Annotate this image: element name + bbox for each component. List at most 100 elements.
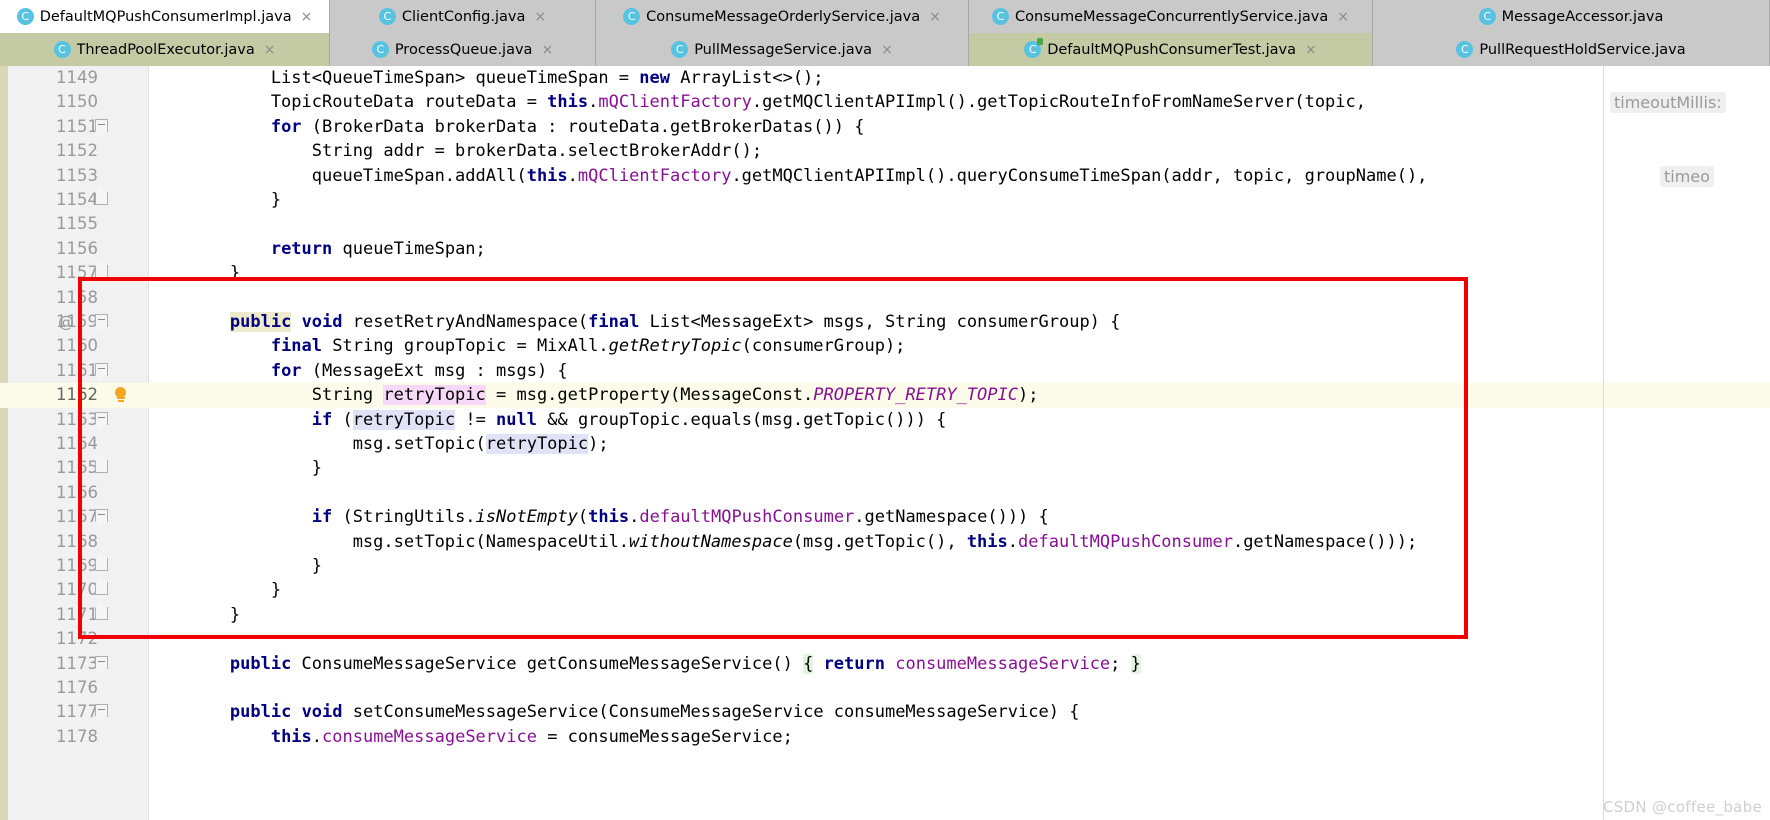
code-fold-collapse-icon[interactable] xyxy=(95,509,111,529)
code-token: if xyxy=(311,507,333,528)
editor-tab[interactable]: C DefaultMQPushConsumerImpl.java × xyxy=(0,0,330,33)
code-line[interactable]: 1164 msg.setTopic(retryTopic); xyxy=(0,432,1770,456)
code-text[interactable]: queueTimeSpan.addAll(this.mQClientFactor… xyxy=(148,164,1438,188)
code-fold-end-icon[interactable] xyxy=(95,551,111,574)
code-text[interactable]: } xyxy=(148,188,281,212)
code-line[interactable]: 1162 String retryTopic = msg.getProperty… xyxy=(0,383,1770,408)
code-text[interactable]: List<QueueTimeSpan> queueTimeSpan = new … xyxy=(148,66,824,90)
code-line[interactable]: 1160 final String groupTopic = MixAll.ge… xyxy=(0,334,1770,358)
editor-tab[interactable]: C MessageAccessor.java xyxy=(1373,0,1770,33)
code-line[interactable]: 1177 public void setConsumeMessageServic… xyxy=(0,700,1770,724)
code-line[interactable]: 1158 xyxy=(0,286,1770,310)
code-fold-end-icon[interactable] xyxy=(95,575,111,598)
code-text[interactable]: msg.setTopic(retryTopic); xyxy=(148,432,609,456)
code-token: ArrayList<>(); xyxy=(670,68,824,88)
code-fold-collapse-icon[interactable] xyxy=(95,118,111,138)
code-line[interactable]: 1154 } xyxy=(0,185,1770,212)
code-fold-collapse-icon[interactable] xyxy=(95,362,111,382)
code-token: mQClientFactory xyxy=(577,165,732,186)
code-text[interactable]: } xyxy=(148,261,240,285)
code-token: } xyxy=(148,580,282,601)
code-token: msg.setTopic(NamespaceUtil. xyxy=(148,531,630,552)
code-fold-collapse-icon[interactable] xyxy=(95,314,111,333)
code-line[interactable]: 1159 @ public void resetRetryAndNamespace… xyxy=(0,310,1770,334)
code-text[interactable]: String retryTopic = msg.getProperty(Mess… xyxy=(148,383,1038,407)
editor-tab[interactable]: C DefaultMQPushConsumerTest.java × xyxy=(969,33,1373,66)
close-icon[interactable]: × xyxy=(1305,42,1317,58)
editor-tab[interactable]: C PullMessageService.java × xyxy=(596,33,969,66)
code-text[interactable]: this.consumeMessageService = consumeMess… xyxy=(148,725,793,749)
code-fold-collapse-icon[interactable] xyxy=(95,411,111,431)
line-number: 1151 xyxy=(56,116,98,136)
code-text[interactable]: public void resetRetryAndNamespace(final… xyxy=(148,310,1120,334)
code-line[interactable]: 1178 this.consumeMessageService = consum… xyxy=(0,725,1770,749)
line-number: 1164 xyxy=(56,434,98,453)
code-token: .getMQClientAPIImpl().getTopicRouteInfoF… xyxy=(751,92,1377,113)
code-fold-end-icon[interactable] xyxy=(95,599,111,623)
editor-tab[interactable]: C ConsumeMessageOrderlyService.java × xyxy=(596,0,969,33)
code-fold-end-icon[interactable] xyxy=(95,185,111,208)
code-fold-collapse-icon[interactable] xyxy=(95,704,111,724)
code-line[interactable]: 1166 xyxy=(0,481,1770,505)
code-text[interactable]: msg.setTopic(NamespaceUtil.withoutNamesp… xyxy=(148,530,1418,554)
code-text[interactable]: public ConsumeMessageService getConsumeM… xyxy=(148,652,1141,676)
code-text[interactable]: for (BrokerData brokerData : routeData.g… xyxy=(148,115,865,139)
close-icon[interactable]: × xyxy=(881,42,893,58)
code-line[interactable]: 1157 } xyxy=(0,258,1770,285)
close-icon[interactable]: × xyxy=(534,9,546,25)
code-text[interactable]: for (MessageExt msg : msgs) { xyxy=(148,359,568,383)
code-line[interactable]: 1173 public ConsumeMessageService getCon… xyxy=(0,652,1770,676)
code-text[interactable]: String addr = brokerData.selectBrokerAdd… xyxy=(148,139,762,163)
code-line[interactable]: 1153 queueTimeSpan.addAll(this.mQClientF… xyxy=(0,164,1770,188)
code-line[interactable]: 1149 List<QueueTimeSpan> queueTimeSpan =… xyxy=(0,66,1770,90)
code-text[interactable]: } xyxy=(148,578,281,602)
code-line[interactable]: 1150 TopicRouteData routeData = this.mQC… xyxy=(0,90,1770,114)
editor-tab[interactable]: C ConsumeMessageConcurrentlyService.java × xyxy=(969,0,1373,33)
code-editor[interactable]: 1149 List<QueueTimeSpan> queueTimeSpan =… xyxy=(0,66,1770,820)
editor-tab[interactable]: C ProcessQueue.java × xyxy=(330,33,596,66)
code-line[interactable]: 1161 for (MessageExt msg : msgs) { xyxy=(0,359,1770,383)
code-line[interactable]: 1155 xyxy=(0,212,1770,236)
code-text[interactable]: } xyxy=(148,603,240,627)
code-line[interactable]: 1163 if (retryTopic != null && groupTopi… xyxy=(0,408,1770,432)
code-text[interactable]: if (StringUtils.isNotEmpty(this.defaultM… xyxy=(148,505,1049,529)
close-icon[interactable]: × xyxy=(541,42,553,58)
code-line[interactable]: 1176 xyxy=(0,676,1770,700)
code-line[interactable]: 1151 for (BrokerData brokerData : routeD… xyxy=(0,115,1770,139)
java-class-icon: C xyxy=(671,41,689,58)
code-text[interactable]: final String groupTopic = MixAll.getRetr… xyxy=(148,334,906,358)
code-text[interactable]: } xyxy=(148,456,322,480)
close-icon[interactable]: × xyxy=(264,42,276,58)
code-line[interactable]: 1165 } xyxy=(0,453,1770,480)
editor-tab[interactable]: C ClientConfig.java × xyxy=(330,0,596,33)
close-icon[interactable]: × xyxy=(301,9,313,25)
code-line[interactable]: 1172 xyxy=(0,627,1770,651)
code-text[interactable]: } xyxy=(148,554,322,578)
code-line[interactable]: 1152 String addr = brokerData.selectBrok… xyxy=(0,139,1770,163)
code-token: consumeMessageService xyxy=(895,653,1111,674)
close-icon[interactable]: × xyxy=(1337,9,1349,25)
editor-tab[interactable]: C ThreadPoolExecutor.java × xyxy=(0,33,330,66)
code-fold-collapse-icon[interactable] xyxy=(95,655,111,675)
close-icon[interactable]: × xyxy=(929,9,941,25)
code-text[interactable]: return queueTimeSpan; xyxy=(148,237,486,261)
code-fold-end-icon[interactable] xyxy=(95,258,111,281)
code-token: String addr = brokerData.selectBrokerAdd… xyxy=(148,141,763,162)
code-text[interactable]: TopicRouteData routeData = this.mQClient… xyxy=(148,90,1376,114)
code-token: retryTopic xyxy=(383,385,486,406)
code-text[interactable]: if (retryTopic != null && groupTopic.equ… xyxy=(148,408,946,432)
code-line[interactable]: 1156 return queueTimeSpan; xyxy=(0,237,1770,261)
code-line[interactable]: 1169 } xyxy=(0,551,1770,578)
code-fold-end-icon[interactable] xyxy=(95,453,111,476)
code-line[interactable]: 1168 msg.setTopic(NamespaceUtil.withoutN… xyxy=(0,530,1770,554)
code-line[interactable]: 1171 } xyxy=(0,599,1770,627)
java-class-icon: C xyxy=(371,41,389,58)
intention-bulb-icon[interactable] xyxy=(112,387,128,404)
editor-tab[interactable]: C PullRequestHoldService.java xyxy=(1373,33,1770,66)
code-line[interactable]: 1167 if (StringUtils.isNotEmpty(this.def… xyxy=(0,505,1770,529)
code-token: { xyxy=(803,653,814,674)
override-gutter-icon[interactable]: @ xyxy=(58,310,74,334)
code-line[interactable]: 1170 } xyxy=(0,575,1770,602)
code-text[interactable]: public void setConsumeMessageService(Con… xyxy=(148,700,1080,724)
